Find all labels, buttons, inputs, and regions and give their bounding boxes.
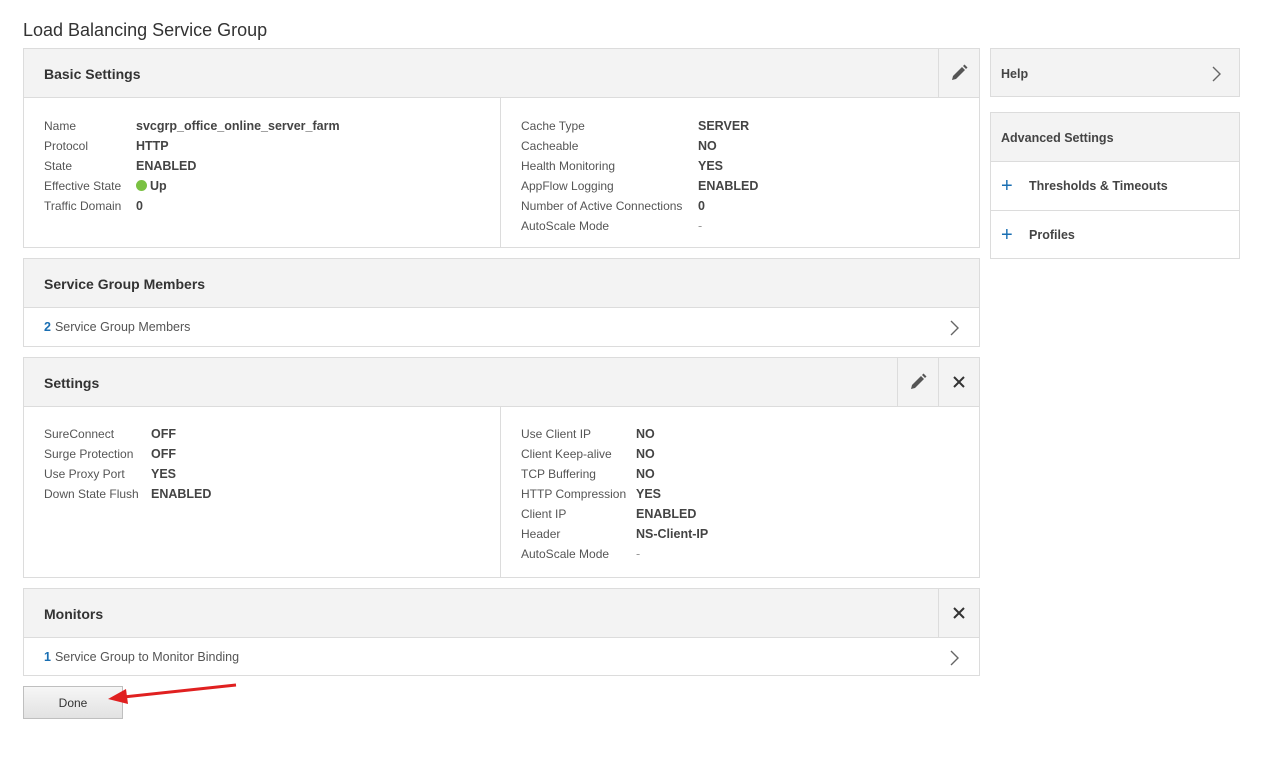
- surge-protection-label: Surge Protection: [44, 447, 134, 461]
- plus-icon: +: [1001, 175, 1013, 197]
- basic-settings-panel: Basic Settings Name svcgrp_office_online_…: [23, 48, 980, 248]
- use-proxy-port-value: YES: [151, 467, 177, 481]
- add-profiles[interactable]: + Profiles: [991, 210, 1239, 258]
- advanced-settings-header: Advanced Settings: [991, 113, 1239, 162]
- appflow-logging-label: AppFlow Logging: [521, 179, 614, 193]
- http-compression-value: YES: [636, 487, 662, 501]
- settings-title: Settings: [44, 375, 100, 391]
- basic-settings-title: Basic Settings: [44, 66, 141, 82]
- chevron-right-icon: [950, 650, 959, 666]
- edit-basic-settings-button[interactable]: [938, 49, 979, 97]
- effective-state-label: Effective State: [44, 179, 122, 193]
- sureconnect-value: OFF: [151, 427, 176, 441]
- health-monitoring-label: Health Monitoring: [521, 159, 616, 173]
- edit-settings-button[interactable]: [897, 358, 938, 406]
- settings-autoscale-mode-value: -: [636, 547, 641, 561]
- name-value: svcgrp_office_online_server_farm: [136, 119, 340, 133]
- header-label: Header: [521, 527, 561, 541]
- active-connections-value: 0: [698, 199, 705, 213]
- surge-protection-value: OFF: [151, 447, 176, 461]
- protocol-label: Protocol: [44, 139, 89, 153]
- annotation-arrow-icon: [108, 683, 237, 704]
- cache-type-label: Cache Type: [521, 119, 585, 133]
- autoscale-mode-value: -: [698, 219, 703, 233]
- monitors-title: Monitors: [44, 606, 104, 622]
- monitor-binding-link[interactable]: 1 Service Group to Monitor Binding: [24, 638, 979, 675]
- http-compression-label: HTTP Compression: [521, 487, 627, 501]
- service-group-members-header: Service Group Members: [24, 259, 979, 308]
- client-ip-label: Client IP: [521, 507, 567, 521]
- chevron-right-icon: [1212, 66, 1221, 82]
- add-thresholds-timeouts[interactable]: + Thresholds & Timeouts: [991, 162, 1239, 210]
- appflow-logging-value: ENABLED: [698, 179, 759, 193]
- active-connections-label: Number of Active Connections: [521, 199, 683, 213]
- service-group-members-link[interactable]: 2 Service Group Members: [24, 308, 979, 345]
- tcp-buffering-value: NO: [636, 467, 655, 481]
- protocol-value: HTTP: [136, 139, 169, 153]
- sureconnect-label: SureConnect: [44, 427, 115, 441]
- monitors-panel: Monitors 1 Service Group to Monitor Bind…: [23, 588, 980, 676]
- page-title: Load Balancing Service Group: [23, 20, 268, 40]
- down-state-flush-label: Down State Flush: [44, 487, 139, 501]
- pencil-icon: [911, 373, 927, 389]
- members-count: 2: [44, 319, 51, 334]
- basic-settings-header: Basic Settings: [24, 49, 979, 98]
- advanced-settings-panel: Advanced Settings + Thresholds & Timeout…: [990, 112, 1240, 259]
- settings-panel: Settings SureConnect OFF Surge Protection…: [23, 357, 980, 578]
- monitor-binding-count: 1: [44, 649, 51, 664]
- traffic-domain-label: Traffic Domain: [44, 199, 122, 213]
- cacheable-label: Cacheable: [521, 139, 579, 153]
- service-group-members-panel: Service Group Members 2 Service Group Me…: [23, 258, 980, 347]
- advanced-settings-title: Advanced Settings: [1001, 131, 1114, 145]
- settings-autoscale-mode-label: AutoScale Mode: [521, 547, 610, 561]
- cache-type-value: SERVER: [698, 119, 750, 133]
- effective-state-value: Up: [136, 179, 167, 193]
- name-label: Name: [44, 119, 77, 133]
- close-monitors-button[interactable]: [938, 589, 979, 637]
- cacheable-value: NO: [698, 139, 717, 153]
- use-client-ip-label: Use Client IP: [521, 427, 592, 441]
- autoscale-mode-label: AutoScale Mode: [521, 219, 610, 233]
- help-label: Help: [1001, 67, 1029, 81]
- state-value: ENABLED: [136, 159, 197, 173]
- client-keep-alive-value: NO: [636, 447, 655, 461]
- header-value: NS-Client-IP: [636, 527, 709, 541]
- down-state-flush-value: ENABLED: [151, 487, 212, 501]
- monitors-header: Monitors: [24, 589, 979, 638]
- members-link-label: Service Group Members: [54, 319, 191, 334]
- pencil-icon: [952, 64, 968, 80]
- close-settings-button[interactable]: [938, 358, 979, 406]
- service-group-members-title: Service Group Members: [44, 276, 206, 292]
- chevron-right-icon: [950, 320, 959, 336]
- plus-icon: +: [1001, 223, 1013, 246]
- close-icon: [953, 607, 965, 619]
- use-client-ip-value: NO: [636, 427, 655, 441]
- status-up-icon: [136, 180, 147, 191]
- help-panel[interactable]: Help: [990, 48, 1240, 97]
- traffic-domain-value: 0: [136, 199, 143, 213]
- tcp-buffering-label: TCP Buffering: [521, 467, 596, 481]
- settings-header: Settings: [24, 358, 979, 407]
- close-icon: [953, 376, 965, 388]
- effective-state-text: Up: [150, 179, 167, 193]
- client-keep-alive-label: Client Keep-alive: [521, 447, 612, 461]
- use-proxy-port-label: Use Proxy Port: [44, 467, 125, 481]
- state-label: State: [44, 159, 73, 173]
- client-ip-value: ENABLED: [636, 507, 697, 521]
- thresholds-timeouts-label: Thresholds & Timeouts: [1029, 179, 1168, 193]
- monitor-binding-label: Service Group to Monitor Binding: [54, 649, 240, 664]
- profiles-label: Profiles: [1029, 227, 1075, 242]
- health-monitoring-value: YES: [698, 159, 724, 173]
